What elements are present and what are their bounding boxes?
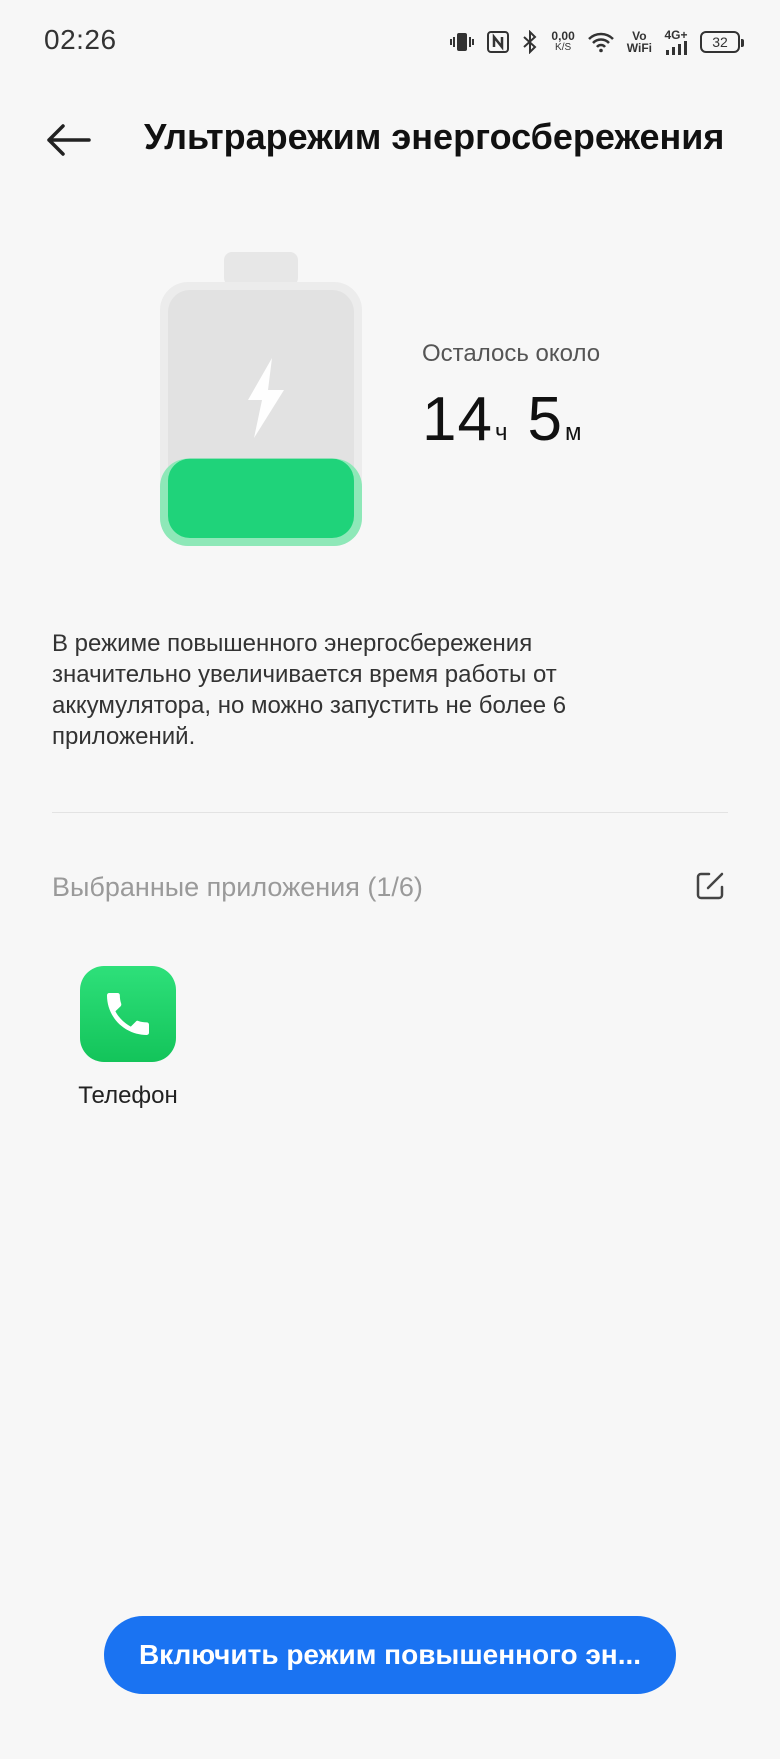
phone-app-icon — [80, 966, 176, 1062]
remaining-minutes: 5 — [527, 385, 563, 454]
vowifi-bottom: WiFi — [626, 41, 652, 55]
nfc-icon — [487, 31, 510, 53]
status-icons: 0,00 K/S Vo WiFi 4G+ 32 — [449, 26, 744, 58]
enable-ultra-saving-button[interactable]: Включить режим повышенного эн... — [104, 1616, 676, 1694]
arrow-left-icon — [47, 124, 91, 156]
network-type: 4G+ — [664, 28, 688, 42]
edit-apps-button[interactable] — [692, 868, 728, 904]
phone-icon — [107, 993, 149, 1035]
status-battery-level: 32 — [712, 34, 728, 50]
net-speed-unit: K/S — [555, 42, 572, 53]
edit-icon — [696, 872, 724, 900]
vowifi-indicator: Vo WiFi — [627, 30, 652, 54]
net-speed-value: 0,00 — [551, 29, 575, 43]
vibrate-icon — [449, 30, 475, 54]
remaining-time-label: Осталось около — [422, 340, 601, 367]
minutes-unit: м — [564, 419, 582, 446]
wifi-icon — [587, 31, 615, 53]
page-title: Ультрарежим энергосбережения — [144, 116, 725, 157]
signal-bars-icon — [666, 41, 687, 55]
mode-description: В режиме повышенного энергосбережения зн… — [52, 630, 567, 750]
selected-apps-title: Выбранные приложения (1/6) — [52, 872, 423, 902]
battery-fill — [168, 458, 354, 538]
battery-illustration — [156, 248, 366, 548]
back-button[interactable] — [40, 112, 96, 168]
app-tile-phone[interactable]: Телефон — [60, 966, 196, 1110]
remaining-hours: 14 — [422, 385, 493, 454]
hours-unit: ч — [494, 419, 508, 446]
divider — [52, 812, 728, 813]
status-time: 02:26 — [44, 24, 117, 55]
remaining-time-value: 14 ч 5 м — [422, 384, 601, 455]
status-bar: 02:26 0,00 K/S Vo WiFi 4G+ 32 — [0, 0, 780, 84]
cellular-signal-indicator: 4G+ — [664, 29, 688, 55]
ultra-power-saving-screen: 02:26 0,00 K/S Vo WiFi 4G+ 32 Ультрарежи… — [0, 0, 780, 1759]
bluetooth-icon — [521, 30, 539, 54]
status-battery-icon: 32 — [700, 31, 744, 53]
net-speed-indicator: 0,00 K/S — [551, 30, 574, 54]
app-label: Телефон — [78, 1082, 178, 1109]
